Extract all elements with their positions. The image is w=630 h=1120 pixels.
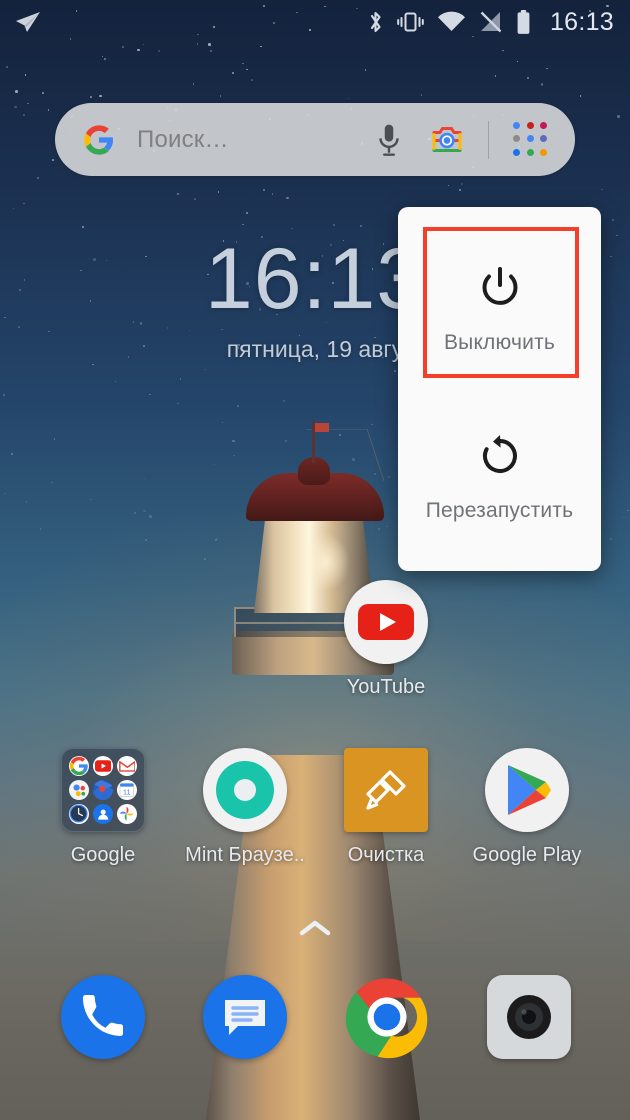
power-off-label: Выключить bbox=[443, 331, 556, 354]
bluetooth-icon bbox=[370, 11, 381, 33]
google-folder-icon: 11 bbox=[61, 748, 145, 832]
android-home-screen: 16:13 Поиск… 16:13 пятница, 19 авгу YouT… bbox=[0, 0, 630, 1120]
app-label-google-folder: Google bbox=[70, 844, 136, 866]
status-bar-system-icons: 16:13 bbox=[367, 8, 614, 37]
folder-item-contacts bbox=[93, 804, 113, 824]
app-drawer-handle[interactable] bbox=[0, 918, 630, 945]
youtube-icon bbox=[344, 580, 428, 664]
folder-item-calendar: 11 bbox=[117, 780, 137, 800]
google-g-icon bbox=[84, 124, 113, 155]
camera-icon bbox=[487, 975, 571, 1059]
telegram-icon bbox=[16, 12, 40, 32]
app-folder-google[interactable]: 11 Google bbox=[39, 748, 167, 867]
google-play-icon bbox=[485, 748, 569, 832]
restart-label: Перезапустить bbox=[425, 499, 574, 522]
folder-item-google bbox=[69, 756, 89, 776]
power-off-button[interactable]: Выключить bbox=[398, 233, 601, 385]
power-icon bbox=[479, 263, 521, 315]
app-label-youtube: YouTube bbox=[346, 676, 426, 698]
microphone-icon[interactable] bbox=[376, 123, 402, 157]
app-icon-cleaner[interactable]: Очистка bbox=[322, 748, 450, 867]
svg-text:11: 11 bbox=[123, 788, 131, 797]
status-bar-clock: 16:13 bbox=[549, 7, 614, 36]
dock-item-messages[interactable] bbox=[185, 975, 305, 1059]
dock bbox=[0, 975, 630, 1075]
app-label-google-play: Google Play bbox=[472, 844, 582, 866]
battery-full-icon bbox=[517, 9, 530, 34]
mint-browser-icon bbox=[203, 748, 287, 832]
chevron-up-icon[interactable] bbox=[298, 918, 332, 940]
folder-item-assistant bbox=[69, 780, 89, 800]
signal-off-icon bbox=[480, 11, 502, 33]
cleaner-brush-icon bbox=[344, 748, 428, 832]
vibrate-icon bbox=[397, 12, 424, 32]
folder-item-maps bbox=[93, 780, 113, 800]
search-bar-divider bbox=[488, 120, 489, 159]
status-bar: 16:13 bbox=[0, 0, 630, 44]
app-label-cleaner: Очистка bbox=[347, 844, 425, 866]
status-bar-notifications bbox=[14, 9, 367, 35]
folder-item-clock bbox=[69, 804, 89, 824]
chrome-icon bbox=[345, 975, 429, 1059]
app-icon-youtube[interactable]: YouTube bbox=[322, 580, 450, 699]
restart-icon bbox=[478, 431, 522, 483]
google-search-bar[interactable]: Поиск… bbox=[55, 103, 575, 176]
google-lens-icon[interactable] bbox=[430, 124, 464, 155]
restart-button[interactable]: Перезапустить bbox=[398, 412, 601, 542]
phone-icon bbox=[61, 975, 145, 1059]
app-icon-mint-browser[interactable]: Mint Браузе.. bbox=[181, 748, 309, 867]
app-label-mint-browser: Mint Браузе.. bbox=[185, 844, 305, 866]
folder-item-gmail bbox=[117, 756, 137, 776]
wifi-icon bbox=[437, 11, 465, 31]
power-menu-dialog: Выключить Перезапустить bbox=[398, 207, 601, 571]
folder-item-photos bbox=[117, 804, 137, 824]
search-input-placeholder[interactable]: Поиск… bbox=[137, 126, 376, 154]
app-icon-google-play[interactable]: Google Play bbox=[463, 748, 591, 867]
folder-item-youtube bbox=[93, 756, 113, 776]
messages-icon bbox=[203, 975, 287, 1059]
lighthouse-flag bbox=[315, 423, 329, 432]
dock-item-chrome[interactable] bbox=[327, 975, 447, 1059]
dock-item-phone[interactable] bbox=[43, 975, 163, 1059]
app-grid-icon[interactable] bbox=[513, 121, 549, 158]
dock-item-camera[interactable] bbox=[469, 975, 589, 1059]
